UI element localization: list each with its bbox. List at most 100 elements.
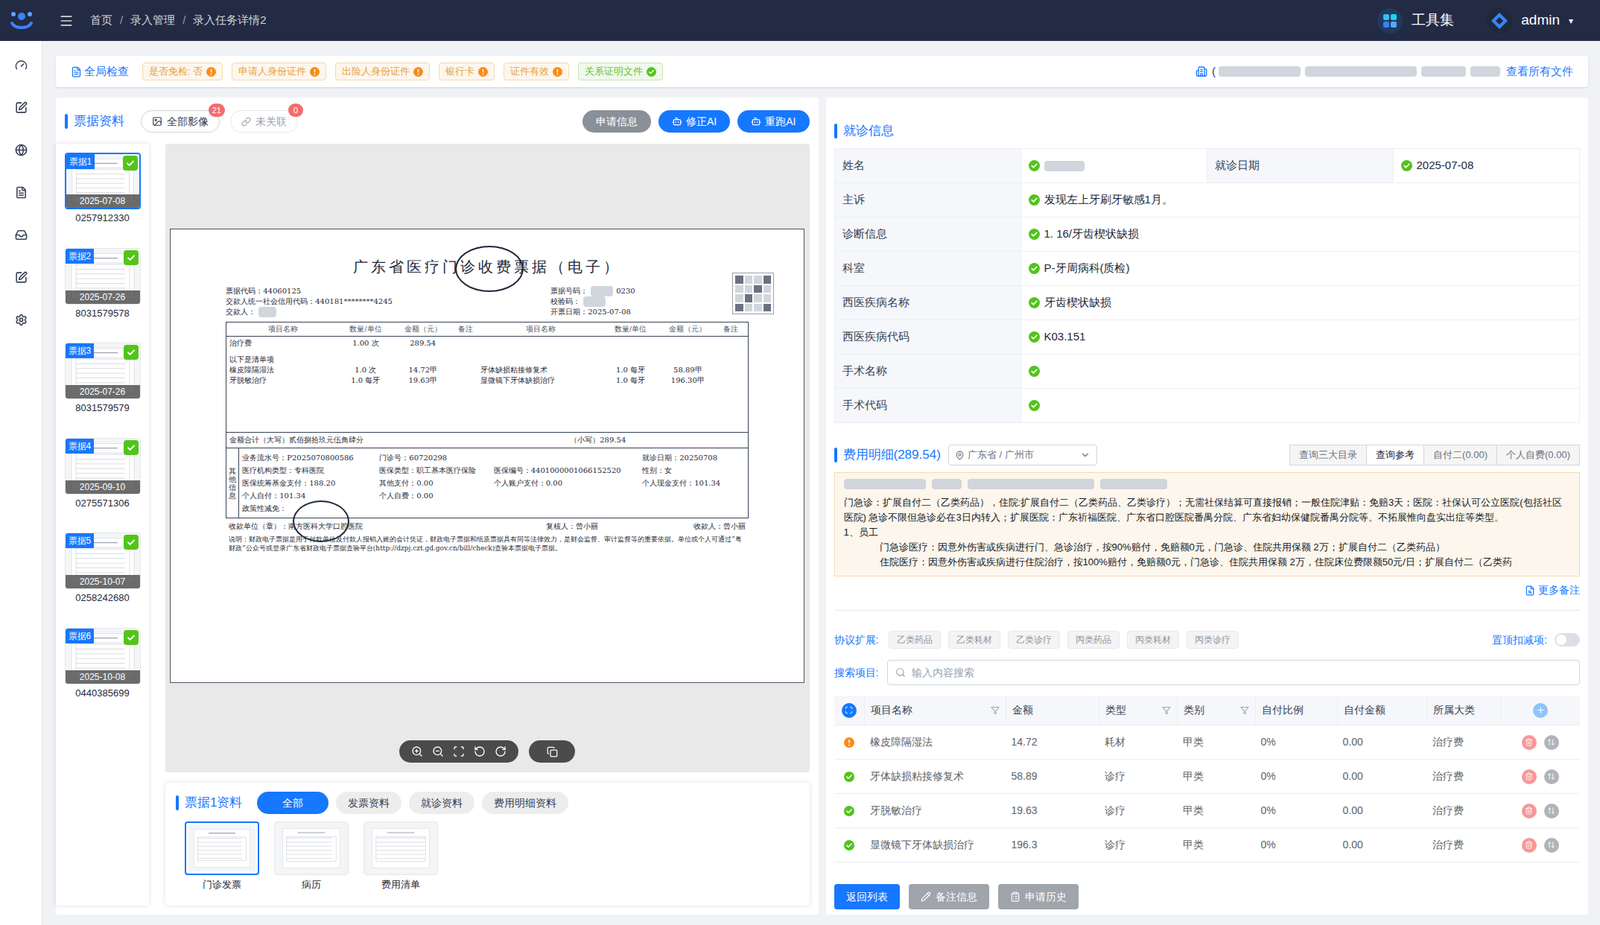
bills-action-button[interactable]: 申请信息 — [582, 110, 652, 133]
add-row-button[interactable] — [1532, 703, 1548, 719]
sort-icon[interactable] — [1547, 772, 1556, 781]
breadcrumb-item[interactable]: 录入任务详情2 — [192, 11, 266, 30]
check-tag[interactable]: 关系证明文件 — [578, 62, 663, 81]
filter-icon[interactable] — [1162, 706, 1171, 716]
viewer-tool-icon[interactable] — [452, 745, 465, 758]
more-notes-link[interactable]: 更多备注 — [1524, 582, 1580, 599]
fee-row[interactable]: 显微镜下牙体缺损治疗196.3诊疗甲类0%0.00治疗费 — [834, 828, 1581, 863]
fee-row[interactable]: 牙体缺损粘接修复术58.89诊疗甲类0%0.00治疗费 — [834, 759, 1581, 795]
bills-filter-button[interactable]: 全部影像21 — [140, 110, 220, 133]
fee-column-header[interactable]: 所属大类 — [1426, 695, 1501, 725]
trash-icon[interactable] — [1524, 806, 1533, 815]
extension-tag[interactable]: 乙类耗材 — [948, 630, 1001, 649]
breadcrumb-item[interactable]: 首页 — [90, 11, 113, 30]
delete-button[interactable] — [1521, 769, 1537, 785]
bill-item[interactable]: 票据62025-10-080440385699 — [64, 627, 141, 701]
bill-detail-tab[interactable]: 费用明细资料 — [481, 791, 569, 815]
fee-column-header[interactable]: 自付金额 — [1337, 695, 1427, 725]
copy-button[interactable] — [528, 740, 576, 763]
bill-image[interactable]: 费用清单 — [363, 821, 438, 893]
sidebar-item-icon[interactable] — [14, 228, 28, 242]
query-button[interactable]: 查询参考 — [1366, 444, 1425, 466]
user-menu[interactable]: admin▾ — [1486, 8, 1574, 34]
breadcrumb-item[interactable]: 录入管理 — [130, 11, 176, 30]
bill-image[interactable]: 病历 — [274, 821, 349, 893]
plus-icon[interactable] — [1535, 705, 1546, 716]
pin-toggle[interactable] — [1554, 633, 1580, 647]
bill-detail-tab[interactable]: 全部 — [256, 791, 329, 815]
check-tag[interactable]: 是否免检: 否 — [142, 62, 223, 81]
fee-column-header[interactable]: 金额 — [1005, 695, 1099, 725]
bill-image[interactable]: 门诊发票 — [184, 821, 260, 893]
extension-tag[interactable]: 丙类诊疗 — [1186, 630, 1239, 649]
extension-tag[interactable]: 乙类药品 — [888, 630, 941, 649]
sidebar-item-icon[interactable] — [14, 313, 28, 327]
check-tag[interactable]: 申请人身份证件 — [231, 62, 327, 81]
logo[interactable] — [0, 9, 43, 33]
extension-tag[interactable]: 丙类耗材 — [1127, 630, 1180, 649]
copy-icon[interactable] — [546, 746, 558, 758]
trash-icon[interactable] — [1524, 772, 1533, 781]
filter-icon[interactable] — [1240, 706, 1250, 716]
delete-button[interactable] — [1521, 837, 1537, 853]
check-tag[interactable]: 银行卡 — [438, 62, 495, 81]
search-input[interactable]: 输入内容搜索 — [887, 659, 1580, 686]
tools-menu[interactable]: 工具集 — [1377, 8, 1455, 34]
expand-button[interactable] — [841, 703, 857, 719]
trash-icon[interactable] — [1524, 738, 1533, 747]
menu-toggle-icon[interactable] — [58, 13, 74, 29]
sidebar-item-icon[interactable] — [14, 101, 28, 114]
fee-column-header[interactable]: 类别 — [1176, 695, 1256, 725]
delete-button[interactable] — [1521, 803, 1537, 819]
delete-button[interactable] — [1521, 735, 1537, 751]
tools-icon[interactable] — [1377, 8, 1403, 34]
check-title[interactable]: 全局检查 — [84, 63, 129, 81]
fee-column-header[interactable]: 类型 — [1098, 695, 1177, 725]
bills-action-button[interactable]: 修正AI — [658, 110, 730, 133]
sort-button[interactable] — [1544, 735, 1560, 751]
query-button[interactable]: 查询三大目录 — [1289, 444, 1367, 466]
view-all-files-link[interactable]: 查看所有文件 — [1506, 63, 1574, 81]
fee-column-header[interactable]: 项目名称 — [864, 695, 1006, 725]
sidebar-item-icon[interactable] — [14, 271, 28, 284]
user-caret[interactable]: ▾ — [1568, 14, 1574, 28]
sort-button[interactable] — [1544, 803, 1560, 819]
sort-icon[interactable] — [1547, 738, 1556, 747]
filter-icon[interactable] — [990, 706, 1000, 716]
viewer-tool-icon[interactable] — [411, 745, 424, 758]
logo-icon[interactable] — [8, 9, 35, 33]
sort-button[interactable] — [1544, 837, 1560, 853]
bill-item[interactable]: 票据22025-07-268031579578 — [64, 248, 141, 322]
bills-filter-button[interactable]: 未关联0 — [230, 110, 298, 133]
trash-icon[interactable] — [1524, 840, 1533, 850]
viewer-tool-icon[interactable] — [494, 745, 507, 758]
bill-item[interactable]: 票据12025-07-080257912330 — [64, 152, 141, 226]
bills-action-button[interactable]: 重跑AI — [737, 110, 809, 133]
viewer-tool-icon[interactable] — [473, 745, 486, 758]
viewer-tool-icon[interactable] — [432, 745, 444, 758]
fee-row[interactable]: 牙脱敏治疗19.63诊疗甲类0%0.00治疗费 — [834, 794, 1581, 829]
sidebar-item-icon[interactable] — [14, 186, 28, 199]
check-tag[interactable]: 证件有效 — [503, 62, 570, 81]
sidebar-item-icon[interactable] — [14, 58, 28, 72]
fee-column-header[interactable]: 自付比例 — [1255, 695, 1338, 725]
sort-icon[interactable] — [1547, 806, 1556, 815]
query-button[interactable]: 自付二(0.00) — [1423, 444, 1498, 466]
fee-row[interactable]: 橡皮障隔湿法14.72耗材甲类0%0.00治疗费 — [834, 725, 1581, 760]
bill-item[interactable]: 票据52025-10-070258242680 — [64, 532, 141, 606]
sidebar-item-icon[interactable] — [14, 143, 28, 157]
expand-icon[interactable] — [844, 706, 853, 715]
bill-detail-tab[interactable]: 发票资料 — [335, 791, 402, 815]
footer-button[interactable]: 返回列表 — [834, 884, 900, 910]
check-tag[interactable]: 出险人身份证件 — [335, 62, 430, 81]
bill-item[interactable]: 票据42025-09-100275571306 — [64, 437, 141, 511]
bill-item[interactable]: 票据32025-07-268031579579 — [64, 342, 141, 416]
footer-button[interactable]: 申请历史 — [998, 884, 1079, 910]
user-avatar-icon[interactable] — [1486, 8, 1513, 34]
sort-button[interactable] — [1544, 769, 1560, 785]
query-button[interactable]: 个人自费(0.00) — [1496, 444, 1580, 466]
bill-detail-tab[interactable]: 就诊资料 — [408, 791, 475, 815]
footer-button[interactable]: 备注信息 — [908, 884, 990, 910]
sort-icon[interactable] — [1547, 840, 1556, 850]
extension-tag[interactable]: 乙类诊疗 — [1007, 630, 1060, 649]
